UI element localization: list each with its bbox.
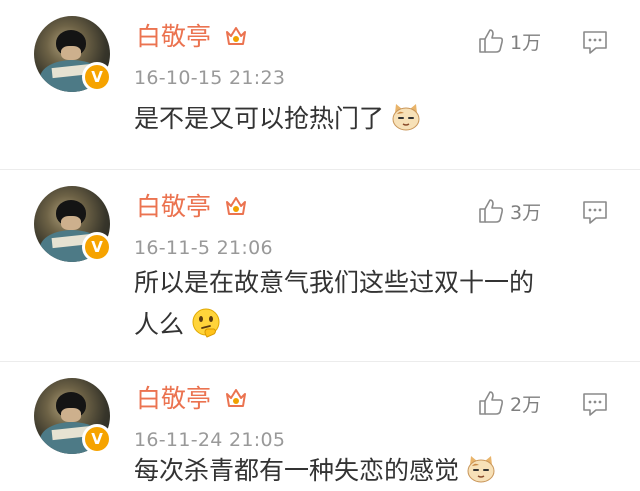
cat-face-emoji <box>467 456 495 483</box>
member-crown-icon <box>226 27 246 45</box>
author-name[interactable]: 白敬亭 <box>136 20 211 54</box>
comment-text-line: 人么 <box>134 310 185 339</box>
comment-text-line: 是不是又可以抢热门了 <box>134 104 385 133</box>
thumbs-up-icon <box>479 29 504 53</box>
verified-badge-icon: V <box>82 62 112 92</box>
comment-item: V 白敬亭 16-11-5 21:06 所以是在故意气我们这些过双十一的 人么 … <box>0 170 640 362</box>
comment-feed: V 白敬亭 16-10-15 21:23 是不是又可以抢热门了 1万 V 白敬亭… <box>0 0 640 491</box>
comment-text-line: 每次杀青都有一种失恋的感觉 <box>134 456 460 485</box>
author-name[interactable]: 白敬亭 <box>136 382 211 416</box>
member-crown-icon <box>226 197 246 215</box>
like-count: 3万 <box>510 201 542 224</box>
verified-badge-icon: V <box>82 232 112 262</box>
comment-timestamp: 16-11-5 21:06 <box>134 237 273 259</box>
comment-icon[interactable] <box>581 198 609 226</box>
verified-badge-icon: V <box>82 424 112 454</box>
like-button[interactable]: 2万 <box>476 388 541 418</box>
comment-text: 是不是又可以抢热门了 <box>134 98 604 140</box>
author-name[interactable]: 白敬亭 <box>136 190 211 224</box>
comment-icon[interactable] <box>581 390 609 418</box>
comment-text: 每次杀青都有一种失恋的感觉 <box>134 450 604 491</box>
thinking-face-emoji <box>192 308 220 338</box>
comment-timestamp: 16-10-15 21:23 <box>134 67 286 89</box>
cat-face-emoji <box>392 104 420 131</box>
like-count: 2万 <box>510 393 542 416</box>
like-button[interactable]: 1万 <box>476 26 541 56</box>
comment-text-line: 所以是在故意气我们这些过双十一的 <box>134 268 535 297</box>
like-count: 1万 <box>510 31 542 54</box>
comment-timestamp: 16-11-24 21:05 <box>134 429 286 451</box>
comment-item: V 白敬亭 16-10-15 21:23 是不是又可以抢热门了 1万 <box>0 0 640 170</box>
comment-item: V 白敬亭 16-11-24 21:05 每次杀青都有一种失恋的感觉 2万 <box>0 362 640 491</box>
comment-icon[interactable] <box>581 28 609 56</box>
comment-text: 所以是在故意气我们这些过双十一的 人么 <box>134 262 604 346</box>
thumbs-up-icon <box>479 199 504 223</box>
thumbs-up-icon <box>479 391 504 415</box>
member-crown-icon <box>226 389 246 407</box>
like-button[interactable]: 3万 <box>476 196 541 226</box>
